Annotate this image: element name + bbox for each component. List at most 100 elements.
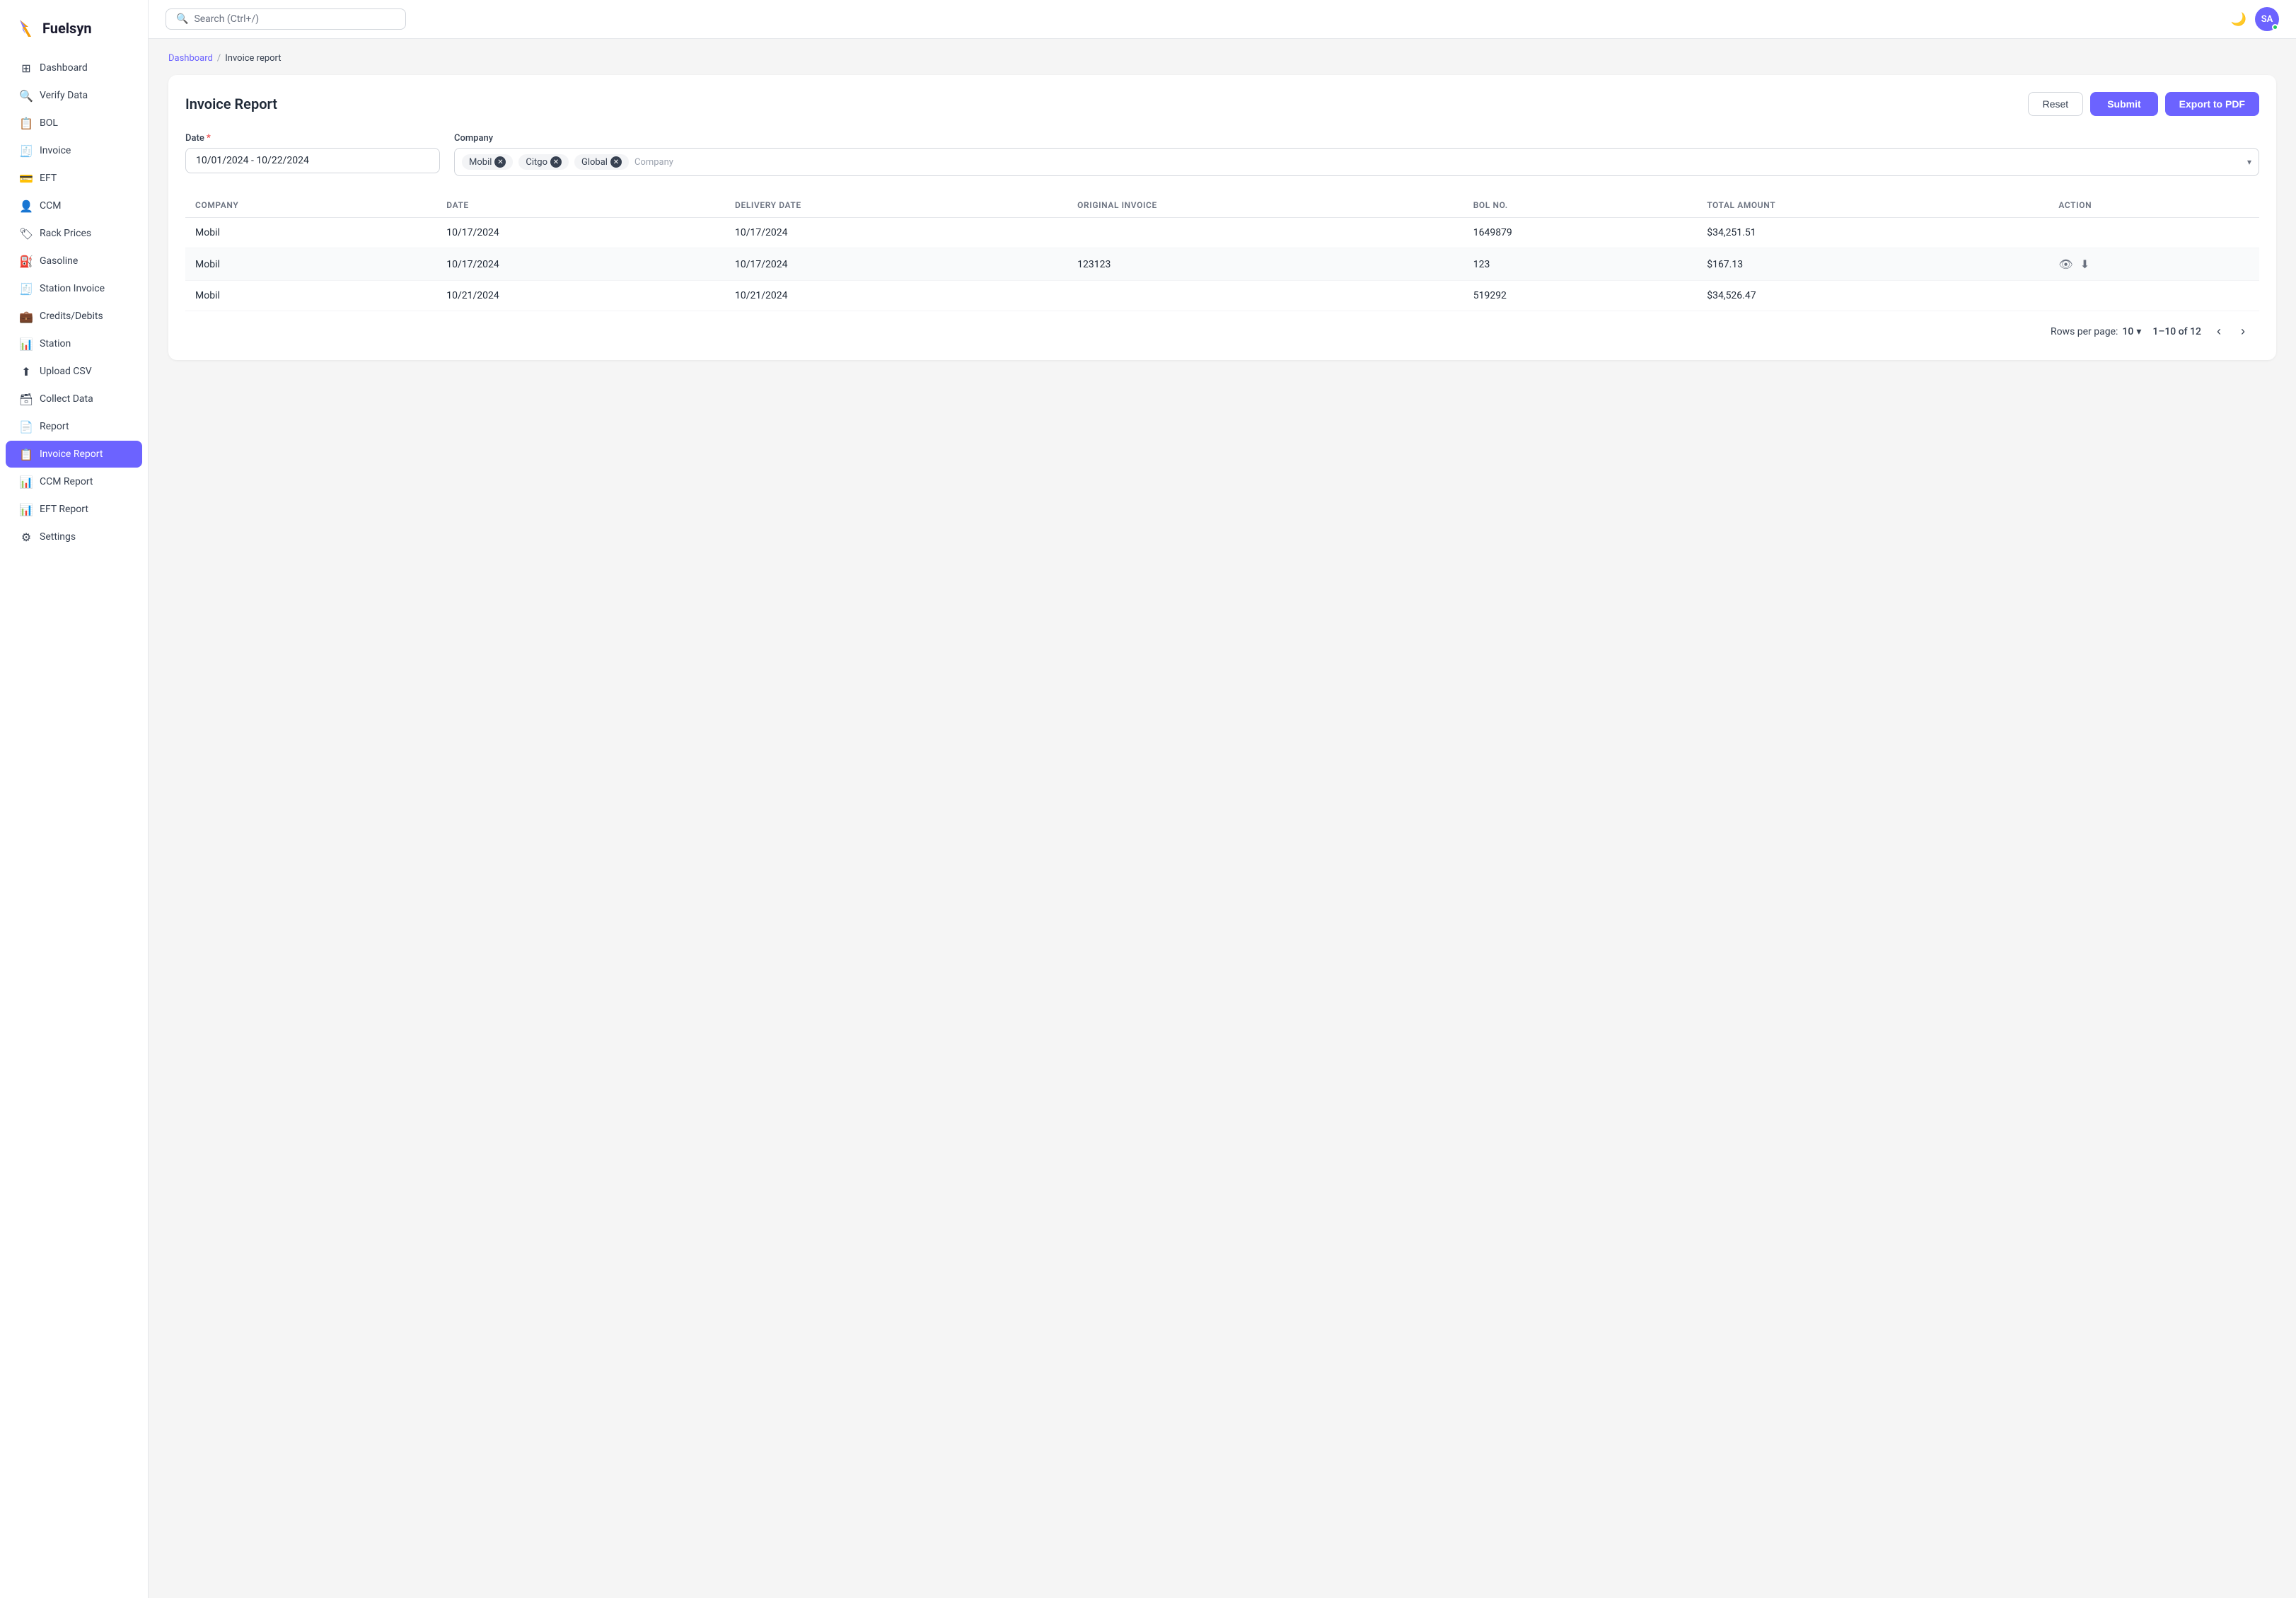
cell-bol-no: 519292 bbox=[1463, 281, 1697, 311]
app-name: Fuelsyn bbox=[42, 20, 92, 37]
sidebar-item-station[interactable]: 📊 Station bbox=[6, 330, 142, 357]
page-info: 1–10 of 12 bbox=[2152, 326, 2201, 337]
search-placeholder: Search (Ctrl+/) bbox=[194, 13, 259, 25]
sidebar-item-dashboard[interactable]: ⊞ Dashboard bbox=[6, 54, 142, 81]
date-group: Date * 10/01/2024 - 10/22/2024 bbox=[185, 133, 440, 176]
invoice-report-card: Invoice Report Reset Submit Export to PD… bbox=[168, 75, 2276, 360]
view-icon[interactable]: 👁 bbox=[2058, 257, 2072, 271]
rows-dropdown-icon: ▾ bbox=[2136, 326, 2141, 337]
next-page-button[interactable]: › bbox=[2237, 323, 2249, 340]
company-group: Company Mobil ✕ Citgo ✕ Global ✕ bbox=[454, 133, 2259, 176]
cell-total-amount: $34,251.51 bbox=[1697, 218, 2048, 248]
required-indicator: * bbox=[207, 133, 211, 144]
breadcrumb: Dashboard / Invoice report bbox=[168, 53, 2276, 64]
avatar-initials: SA bbox=[2261, 14, 2273, 25]
date-label: Date * bbox=[185, 133, 440, 144]
invoice-report-icon: 📋 bbox=[20, 448, 33, 461]
sidebar-item-settings[interactable]: ⚙ Settings bbox=[6, 523, 142, 550]
breadcrumb-parent[interactable]: Dashboard bbox=[168, 53, 213, 64]
sidebar-item-rack-prices[interactable]: 🏷 Rack Prices bbox=[6, 220, 142, 247]
breadcrumb-current: Invoice report bbox=[225, 53, 281, 64]
action-buttons: Reset Submit Export to PDF bbox=[2028, 92, 2259, 116]
logo[interactable]: Fuelsyn bbox=[0, 11, 148, 54]
station-icon: 📊 bbox=[20, 337, 33, 350]
content-area: Dashboard / Invoice report Invoice Repor… bbox=[149, 39, 2296, 1598]
sidebar-label-rack-prices: Rack Prices bbox=[40, 228, 91, 239]
collect-data-icon: 🗃 bbox=[20, 393, 33, 405]
prev-page-button[interactable]: ‹ bbox=[2213, 323, 2225, 340]
table-body: Mobil 10/17/2024 10/17/2024 1649879 $34,… bbox=[185, 218, 2259, 311]
topbar: 🔍 Search (Ctrl+/) 🌙 SA bbox=[149, 0, 2296, 39]
upload-csv-icon: ⬆ bbox=[20, 365, 33, 378]
sidebar-label-credits-debits: Credits/Debits bbox=[40, 311, 103, 322]
date-input[interactable]: 10/01/2024 - 10/22/2024 bbox=[185, 148, 440, 173]
search-icon: 🔍 bbox=[176, 13, 188, 25]
sidebar-label-settings: Settings bbox=[40, 531, 76, 543]
cell-delivery-date: 10/17/2024 bbox=[725, 218, 1067, 248]
page-title: Invoice Report bbox=[185, 95, 277, 112]
table-row: Mobil 10/17/2024 10/17/2024 1649879 $34,… bbox=[185, 218, 2259, 248]
sidebar-item-ccm-report[interactable]: 📊 CCM Report bbox=[6, 468, 142, 495]
download-icon[interactable]: ⬇ bbox=[2080, 257, 2089, 271]
sidebar-item-eft[interactable]: 💳 EFT bbox=[6, 165, 142, 192]
remove-global-button[interactable]: ✕ bbox=[610, 156, 622, 168]
ccm-report-icon: 📊 bbox=[20, 475, 33, 488]
table-row: Mobil 10/21/2024 10/21/2024 519292 $34,5… bbox=[185, 281, 2259, 311]
col-original-invoice: ORIGINAL INVOICE bbox=[1067, 193, 1463, 218]
reset-button[interactable]: Reset bbox=[2028, 92, 2084, 116]
sidebar-label-bol: BOL bbox=[40, 117, 58, 129]
rack-prices-icon: 🏷 bbox=[20, 227, 33, 240]
sidebar-item-upload-csv[interactable]: ⬆ Upload CSV bbox=[6, 358, 142, 385]
cell-original-invoice bbox=[1067, 218, 1463, 248]
remove-citgo-button[interactable]: ✕ bbox=[550, 156, 562, 168]
cell-delivery-date: 10/21/2024 bbox=[725, 281, 1067, 311]
col-delivery-date: DELIVERY DATE bbox=[725, 193, 1067, 218]
export-pdf-button[interactable]: Export to PDF bbox=[2165, 92, 2259, 116]
sidebar-item-station-invoice[interactable]: 🧾 Station Invoice bbox=[6, 275, 142, 302]
sidebar-item-invoice[interactable]: 🧾 Invoice bbox=[6, 137, 142, 164]
sidebar-label-invoice: Invoice bbox=[40, 145, 71, 156]
remove-mobil-button[interactable]: ✕ bbox=[494, 156, 506, 168]
action-icons: 👁 ⬇ bbox=[2058, 257, 2249, 271]
sidebar-label-ccm-report: CCM Report bbox=[40, 476, 93, 487]
company-input-container[interactable]: Mobil ✕ Citgo ✕ Global ✕ Company ▾ bbox=[454, 148, 2259, 176]
avatar[interactable]: SA bbox=[2255, 7, 2279, 31]
table-header: COMPANY DATE DELIVERY DATE ORIGINAL INVO… bbox=[185, 193, 2259, 218]
sidebar-item-collect-data[interactable]: 🗃 Collect Data bbox=[6, 386, 142, 412]
submit-button[interactable]: Submit bbox=[2090, 92, 2157, 116]
sidebar-item-verify-data[interactable]: 🔍 Verify Data bbox=[6, 82, 142, 109]
cell-company: Mobil bbox=[185, 281, 436, 311]
sidebar-item-bol[interactable]: 📋 BOL bbox=[6, 110, 142, 137]
report-icon: 📄 bbox=[20, 420, 33, 433]
sidebar-label-ccm: CCM bbox=[40, 200, 61, 212]
company-tag-mobil: Mobil ✕ bbox=[462, 154, 513, 170]
card-header: Invoice Report Reset Submit Export to PD… bbox=[185, 92, 2259, 116]
verify-data-icon: 🔍 bbox=[20, 89, 33, 102]
sidebar-item-gasoline[interactable]: ⛽ Gasoline bbox=[6, 248, 142, 274]
cell-date: 10/21/2024 bbox=[436, 281, 725, 311]
credits-debits-icon: 💼 bbox=[20, 310, 33, 323]
cell-date: 10/17/2024 bbox=[436, 218, 725, 248]
rows-per-page-value: 10 bbox=[2122, 326, 2133, 337]
sidebar-item-invoice-report[interactable]: 📋 Invoice Report bbox=[6, 441, 142, 468]
sidebar-item-ccm[interactable]: 👤 CCM bbox=[6, 192, 142, 219]
logo-icon bbox=[14, 17, 37, 40]
theme-toggle-icon[interactable]: 🌙 bbox=[2231, 12, 2246, 27]
rows-per-page-control: Rows per page: 10 ▾ bbox=[2051, 326, 2141, 337]
sidebar-item-credits-debits[interactable]: 💼 Credits/Debits bbox=[6, 303, 142, 330]
cell-company: Mobil bbox=[185, 248, 436, 281]
col-total-amount: TOTAL AMOUNT bbox=[1697, 193, 2048, 218]
main-content: 🔍 Search (Ctrl+/) 🌙 SA Dashboard / Invoi… bbox=[149, 0, 2296, 1598]
sidebar-item-report[interactable]: 📄 Report bbox=[6, 413, 142, 440]
company-dropdown-arrow: ▾ bbox=[2247, 157, 2251, 167]
rows-per-page-select[interactable]: 10 ▾ bbox=[2122, 326, 2141, 337]
gasoline-icon: ⛽ bbox=[20, 255, 33, 267]
breadcrumb-separator: / bbox=[217, 53, 221, 64]
search-bar[interactable]: 🔍 Search (Ctrl+/) bbox=[166, 8, 406, 30]
sidebar-item-eft-report[interactable]: 📊 EFT Report bbox=[6, 496, 142, 523]
cell-total-amount: $167.13 bbox=[1697, 248, 2048, 281]
sidebar-label-report: Report bbox=[40, 421, 69, 432]
pagination: Rows per page: 10 ▾ 1–10 of 12 ‹ › bbox=[185, 311, 2259, 343]
dashboard-icon: ⊞ bbox=[20, 62, 33, 74]
cell-date: 10/17/2024 bbox=[436, 248, 725, 281]
